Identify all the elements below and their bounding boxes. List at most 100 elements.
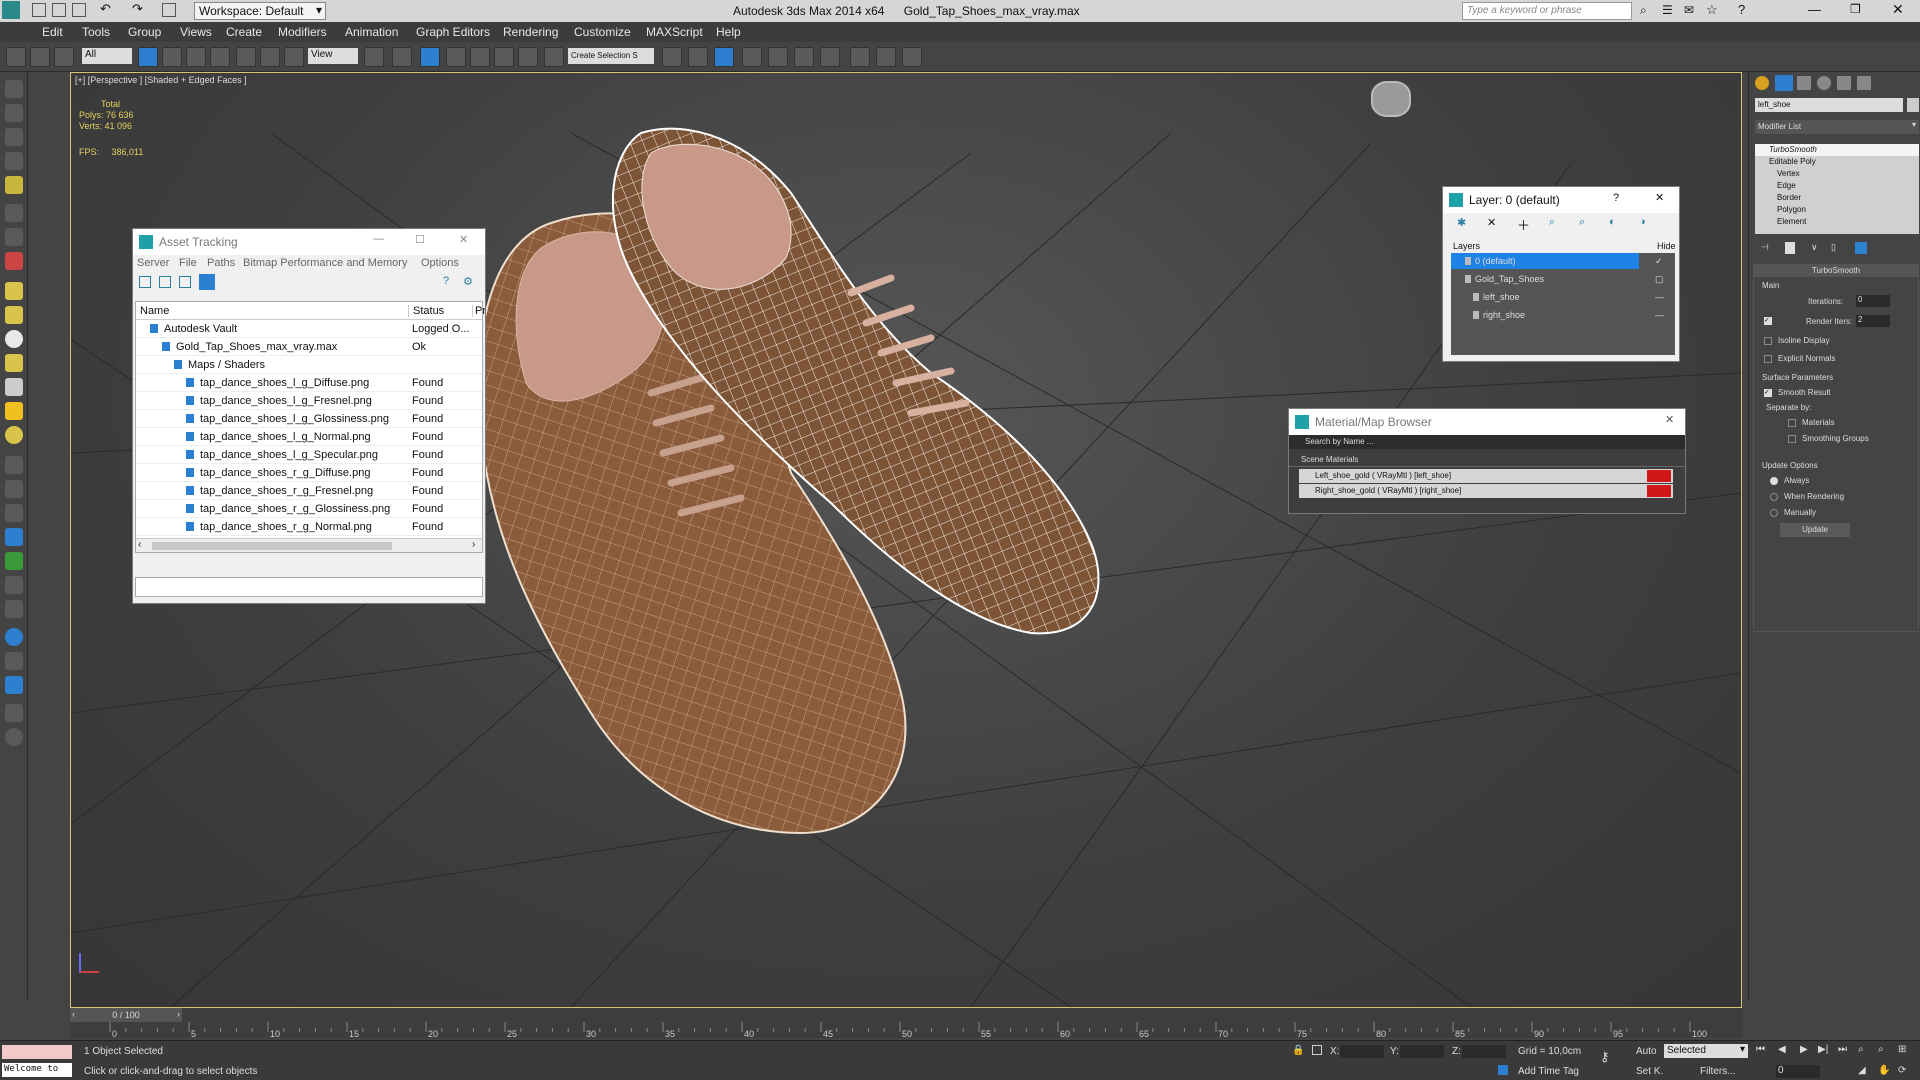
menu-paths[interactable]: Paths bbox=[207, 257, 235, 269]
asset-row[interactable]: tap_dance_shoes_l_g_Glossiness.png Found bbox=[136, 410, 482, 428]
asset-row[interactable]: tap_dance_shoes_l_g_Diffuse.png Found bbox=[136, 374, 482, 392]
tree-view-icon[interactable] bbox=[179, 276, 191, 288]
settings-icon[interactable]: ⚙ bbox=[463, 275, 473, 288]
select-objects-icon[interactable]: ⌕ bbox=[1549, 216, 1555, 229]
menu-tools[interactable]: Tools bbox=[82, 25, 110, 39]
horizontal-scrollbar[interactable]: ‹ › bbox=[136, 538, 482, 552]
rotate-icon[interactable] bbox=[260, 47, 280, 67]
goto-end-icon[interactable]: ⏭ bbox=[1838, 1044, 1847, 1055]
layer-row[interactable]: right_shoe — bbox=[1451, 307, 1675, 325]
percent-snap-icon[interactable] bbox=[494, 47, 514, 67]
material-editor-icon[interactable] bbox=[820, 47, 840, 67]
asset-row[interactable]: Autodesk Vault Logged O... bbox=[136, 320, 482, 338]
asset-tracking-titlebar[interactable]: Asset Tracking — ☐ ✕ bbox=[133, 229, 485, 255]
create-layer-icon[interactable]: ✱ bbox=[1457, 216, 1466, 229]
help-button[interactable]: ? bbox=[1613, 192, 1619, 204]
subscription-icon[interactable]: ☰ bbox=[1662, 3, 1673, 17]
torus-icon[interactable] bbox=[5, 354, 23, 372]
scroll-right-icon[interactable]: › bbox=[472, 539, 475, 550]
workspace-dropdown[interactable]: Workspace: Default ▾ bbox=[194, 2, 326, 20]
material-search-field[interactable]: Search by Name ... bbox=[1289, 435, 1685, 449]
rendered-frame-window-icon[interactable] bbox=[876, 47, 896, 67]
open-file-icon[interactable] bbox=[52, 3, 66, 17]
goto-start-icon[interactable]: ⏮ bbox=[1756, 1044, 1765, 1055]
light-icon[interactable] bbox=[5, 402, 23, 420]
save-file-icon[interactable] bbox=[72, 3, 86, 17]
layer-row[interactable]: 0 (default) ✓ bbox=[1451, 253, 1675, 271]
key-filters-button[interactable]: Filters... bbox=[1700, 1066, 1736, 1077]
select-and-link-icon[interactable] bbox=[6, 47, 26, 67]
zoom-icon[interactable]: ⌕ bbox=[1858, 1044, 1864, 1055]
next-frame-icon[interactable]: ▶| bbox=[1818, 1044, 1828, 1055]
menu-server[interactable]: Server bbox=[137, 257, 169, 269]
graphite-ribbon-icon[interactable] bbox=[742, 47, 762, 67]
field-of-view-icon[interactable]: ◢ bbox=[1858, 1065, 1866, 1076]
asset-path-field[interactable] bbox=[135, 577, 483, 597]
maximize-icon[interactable]: ☐ bbox=[415, 233, 425, 246]
scene-materials-header[interactable]: Scene Materials bbox=[1289, 455, 1685, 467]
always-radio[interactable] bbox=[1770, 477, 1778, 485]
rectangular-selection-icon[interactable] bbox=[186, 47, 206, 67]
align-icon[interactable] bbox=[688, 47, 708, 67]
timeline-ruler[interactable]: 0 5 10 15 20 25 30 35 40 45 50 55 60 65 70 75 80 85 90 95 10… bbox=[70, 1022, 1742, 1038]
time-slider[interactable]: ‹ 0 / 100 › bbox=[70, 1008, 182, 1022]
z-coordinate-field[interactable] bbox=[1462, 1045, 1506, 1058]
material-map-browser-window[interactable]: Material/Map Browser ✕ Search by Name ..… bbox=[1288, 408, 1686, 514]
iterations-spinner[interactable]: 0 bbox=[1856, 295, 1890, 307]
hide-all-icon[interactable]: ◐ bbox=[1609, 216, 1616, 228]
reference-coordinate-dropdown[interactable]: View bbox=[308, 48, 358, 64]
sphere-icon[interactable] bbox=[5, 330, 23, 348]
menu-views[interactable]: Views bbox=[180, 25, 212, 39]
favorites-icon[interactable]: ☆ bbox=[1706, 2, 1718, 18]
hide-toggle-icon[interactable]: ▢ bbox=[1655, 274, 1664, 285]
set-key-button[interactable]: Set K. bbox=[1636, 1066, 1663, 1077]
schematic-view-icon[interactable] bbox=[794, 47, 814, 67]
make-unique-icon[interactable]: ∨ bbox=[1811, 242, 1818, 253]
tool-19-icon[interactable] bbox=[5, 528, 23, 546]
menu-group[interactable]: Group bbox=[128, 25, 161, 39]
snaps-toggle-icon[interactable] bbox=[446, 47, 466, 67]
edit-named-selection-icon[interactable] bbox=[544, 47, 564, 67]
scale-icon[interactable] bbox=[284, 47, 304, 67]
viewcube-icon[interactable] bbox=[1371, 81, 1411, 117]
zoom-extents-icon[interactable]: ⊞ bbox=[1898, 1044, 1906, 1055]
when-rendering-radio[interactable] bbox=[1770, 493, 1778, 501]
orbit-icon[interactable]: ⟳ bbox=[1898, 1065, 1906, 1076]
scrollbar-thumb[interactable] bbox=[152, 542, 392, 550]
move-icon[interactable] bbox=[236, 47, 256, 67]
isoline-checkbox[interactable] bbox=[1764, 337, 1772, 345]
render-iters-spinner[interactable]: 2 bbox=[1856, 315, 1890, 327]
tool-22-icon[interactable] bbox=[5, 600, 23, 618]
asset-row[interactable]: tap_dance_shoes_l_g_Fresnel.png Found bbox=[136, 392, 482, 410]
select-manipulate-icon[interactable] bbox=[392, 47, 412, 67]
app-logo-icon[interactable] bbox=[2, 1, 20, 19]
auto-key-button[interactable]: Auto bbox=[1636, 1046, 1657, 1057]
bind-space-warp-icon[interactable] bbox=[54, 47, 74, 67]
tool-24-icon[interactable] bbox=[5, 652, 23, 670]
restore-icon[interactable]: ❐ bbox=[1850, 2, 1861, 16]
tool-8-icon[interactable] bbox=[5, 252, 23, 270]
motion-tab-icon[interactable] bbox=[1817, 76, 1831, 90]
modifier-stack-item[interactable]: Border bbox=[1755, 192, 1919, 204]
smooth-result-checkbox[interactable]: ✓ bbox=[1764, 389, 1772, 397]
layer-row[interactable]: Gold_Tap_Shoes ▢ bbox=[1451, 271, 1675, 289]
angle-snap-icon[interactable] bbox=[470, 47, 490, 67]
x-coordinate-field[interactable] bbox=[1340, 1045, 1384, 1058]
hide-toggle-icon[interactable]: — bbox=[1655, 310, 1664, 320]
menu-bitmap-performance[interactable]: Bitmap Performance and Memory bbox=[243, 257, 407, 269]
refresh-icon[interactable] bbox=[139, 276, 151, 288]
tool-16-icon[interactable] bbox=[5, 456, 23, 474]
menu-maxscript[interactable]: MAXScript bbox=[646, 25, 703, 39]
absolute-mode-icon[interactable] bbox=[1312, 1045, 1322, 1055]
tool-25-icon[interactable] bbox=[5, 676, 23, 694]
new-file-icon[interactable] bbox=[32, 3, 46, 17]
play-icon[interactable]: ▶ bbox=[1800, 1044, 1808, 1055]
timeline[interactable]: ‹ 0 / 100 › 0 5 10 15 20 25 30 35 40 45 50 55 60 65 70… bbox=[70, 1008, 1742, 1038]
column-header-name[interactable]: Name bbox=[140, 305, 169, 317]
add-time-tag[interactable]: Add Time Tag bbox=[1518, 1066, 1579, 1077]
utilities-tab-icon[interactable] bbox=[1857, 76, 1871, 90]
show-end-result-icon[interactable] bbox=[1785, 242, 1795, 254]
minimize-icon[interactable]: — bbox=[373, 233, 384, 245]
asset-row[interactable]: tap_dance_shoes_r_g_Glossiness.png Found bbox=[136, 500, 482, 518]
object-name-field[interactable]: left_shoe bbox=[1755, 98, 1903, 112]
